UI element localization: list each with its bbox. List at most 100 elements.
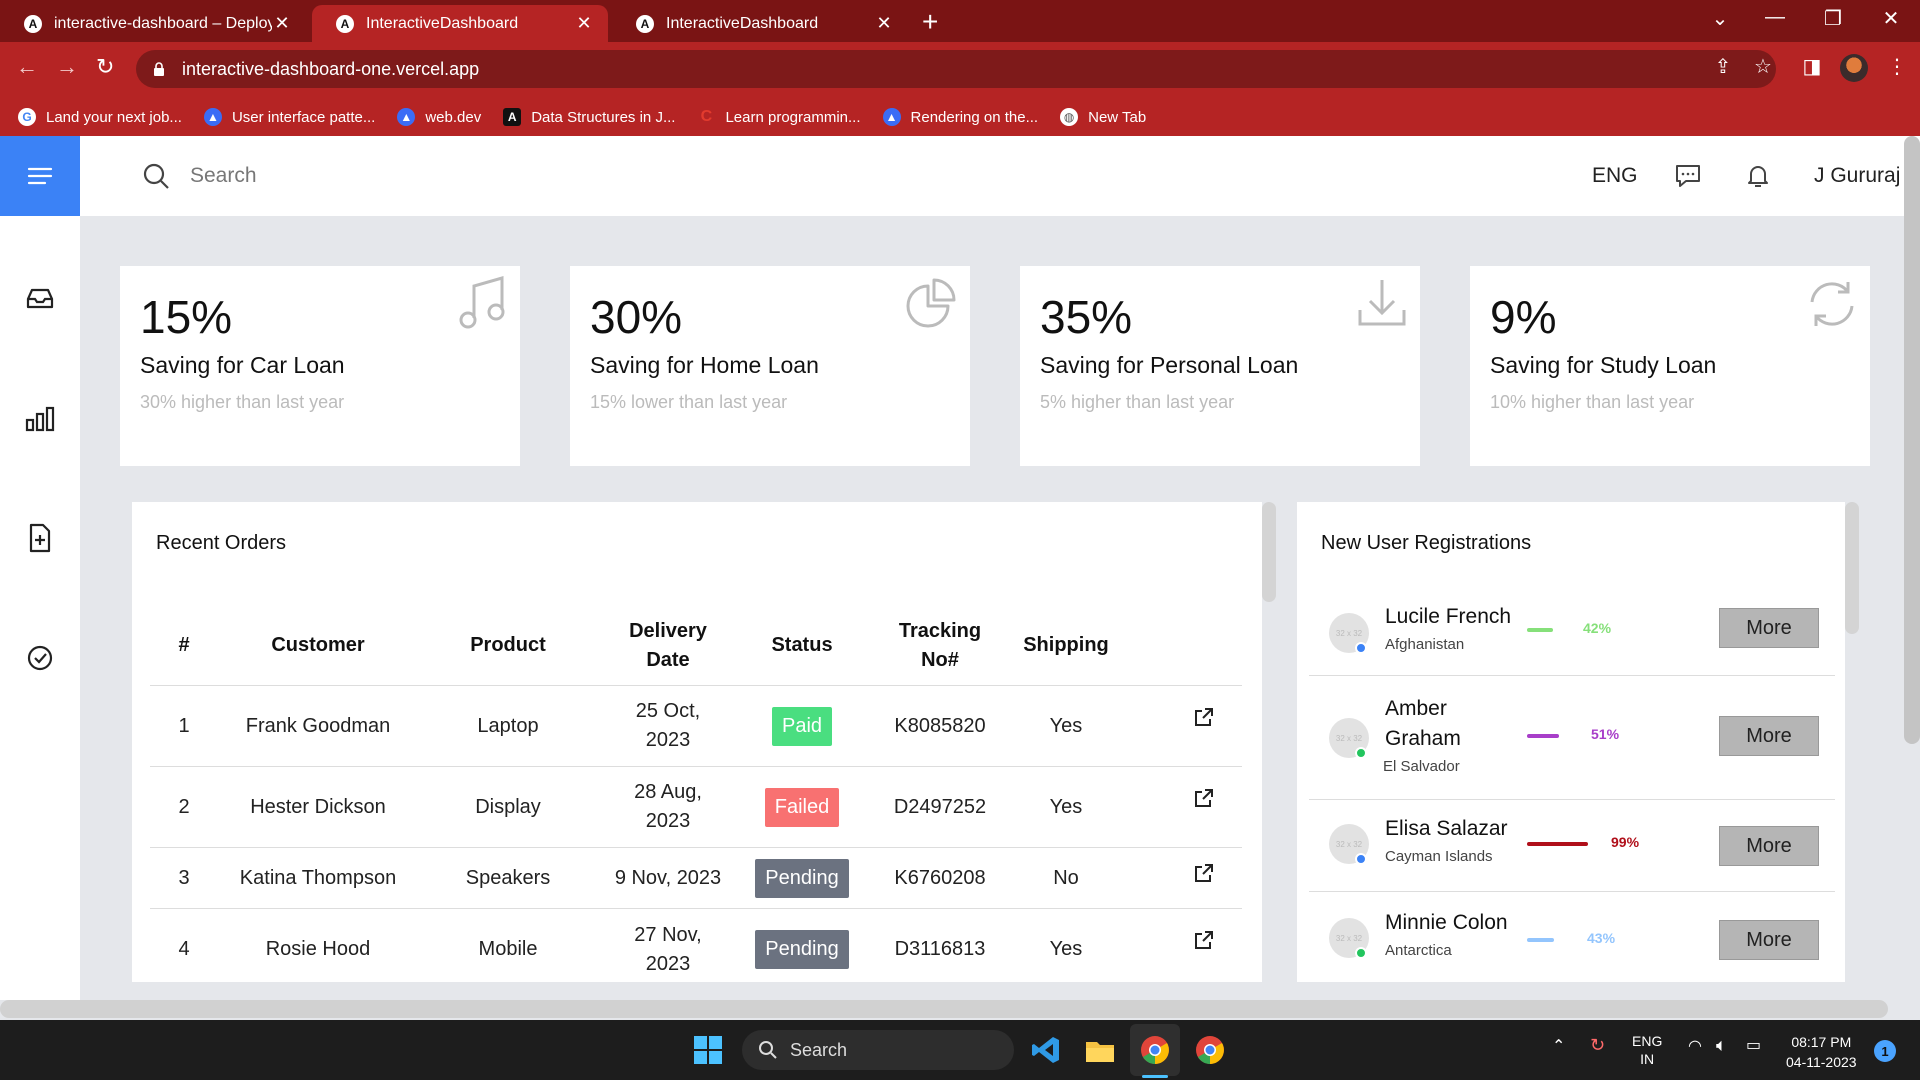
order-number: 3: [178, 866, 190, 889]
external-link-icon[interactable]: [1193, 787, 1215, 809]
bookmark-item[interactable]: ▲ web.dev: [397, 108, 481, 126]
new-tab-button[interactable]: +: [922, 6, 938, 38]
browser-tab-2[interactable]: A InteractiveDashboard ✕: [312, 5, 608, 42]
language-selector[interactable]: ENG: [1592, 164, 1638, 188]
table-row: 2 Hester Dickson Display 28 Aug, 2023 Fa…: [150, 767, 1242, 848]
sync-icon[interactable]: ↻: [1590, 1036, 1605, 1054]
chrome-icon[interactable]: [1139, 1034, 1171, 1066]
card-percent: 15%: [140, 291, 233, 343]
maximize-button[interactable]: ❐: [1813, 6, 1853, 31]
bookmark-item[interactable]: ◍ New Tab: [1060, 108, 1146, 126]
stat-card-home-loan: 30% Saving for Home Loan 15% lower than …: [570, 266, 970, 466]
order-product: Laptop: [477, 714, 539, 737]
bookmark-item[interactable]: ▲ Rendering on the...: [882, 108, 1038, 126]
clock-date: 04-11-2023: [1786, 1054, 1857, 1070]
order-product: Mobile: [478, 938, 538, 960]
more-button[interactable]: More: [1719, 608, 1819, 648]
check-circle-icon[interactable]: [24, 642, 56, 674]
lang-line-2: IN: [1640, 1051, 1655, 1067]
browser-tab-1[interactable]: A interactive-dashboard – Deployment ✕: [0, 5, 306, 42]
tab-search-icon[interactable]: ⌄: [1700, 6, 1740, 31]
browser-tab-3[interactable]: A InteractiveDashboard ✕: [612, 5, 908, 42]
minimize-button[interactable]: —: [1755, 6, 1795, 29]
orders-scrollbar[interactable]: [1262, 502, 1276, 602]
battery-icon[interactable]: ▭: [1746, 1037, 1761, 1055]
user-name[interactable]: J Gururaj: [1814, 164, 1900, 188]
lang-line-1: ENG: [1632, 1033, 1663, 1049]
back-icon[interactable]: ←: [16, 54, 38, 80]
close-icon[interactable]: ✕: [874, 13, 894, 34]
user-country: Cayman Islands: [1385, 848, 1493, 865]
card-percent: 35%: [1040, 291, 1133, 343]
external-link-icon[interactable]: [1193, 929, 1215, 951]
taskbar-search-input[interactable]: Search: [742, 1030, 1014, 1070]
table-row: 3 Katina Thompson Speakers 9 Nov, 2023 P…: [150, 848, 1242, 909]
bookmark-label: web.dev: [425, 108, 482, 126]
chevron-up-icon[interactable]: ⌃: [1552, 1038, 1565, 1056]
order-status: Failed: [732, 767, 872, 847]
forward-icon[interactable]: →: [56, 54, 78, 80]
order-number: 1: [178, 714, 190, 737]
order-customer: Katina Thompson: [239, 866, 397, 889]
star-icon[interactable]: ☆: [1748, 54, 1778, 84]
profile-avatar-icon[interactable]: [1840, 54, 1868, 82]
order-link[interactable]: [1184, 686, 1224, 766]
search-input[interactable]: Search: [190, 164, 257, 188]
bell-icon[interactable]: [1744, 162, 1772, 190]
volume-icon[interactable]: 🔈︎: [1716, 1036, 1727, 1054]
order-date: 9 Nov, 2023: [614, 866, 722, 889]
more-button[interactable]: More: [1719, 716, 1819, 756]
bookmark-item[interactable]: C Learn programmin...: [697, 108, 861, 126]
reload-icon[interactable]: ↻: [96, 54, 114, 80]
external-link-icon[interactable]: [1193, 862, 1215, 884]
horizontal-scrollbar[interactable]: [0, 1000, 1888, 1018]
inbox-icon[interactable]: [24, 282, 56, 314]
page-scrollbar[interactable]: [1904, 136, 1920, 744]
file-add-icon[interactable]: [24, 522, 56, 554]
more-button[interactable]: More: [1719, 826, 1819, 866]
bar-chart-icon[interactable]: [24, 402, 56, 434]
menu-dots-icon[interactable]: ⋮: [1882, 54, 1912, 84]
search-icon[interactable]: [142, 162, 170, 190]
order-number: 4: [178, 938, 190, 960]
order-shipping: Yes: [1049, 938, 1083, 960]
window-close-button[interactable]: ✕: [1871, 6, 1911, 31]
order-tracking: K6760208: [894, 866, 986, 889]
url-text: interactive-dashboard-one.vercel.app: [182, 58, 480, 79]
bookmark-item[interactable]: G Land your next job...: [18, 108, 182, 126]
card-subtext: 10% higher than last year: [1490, 392, 1695, 412]
order-shipping: Yes: [1049, 795, 1083, 818]
side-panel-icon[interactable]: ◨: [1797, 54, 1827, 84]
tab-title: InteractiveDashboard: [366, 14, 519, 32]
table-row: 4 Rosie Hood Mobile 27 Nov, 2023 Pending…: [150, 909, 1242, 982]
progress-percent: 51%: [1591, 726, 1620, 742]
tab-title: InteractiveDashboard: [666, 14, 819, 32]
close-icon[interactable]: ✕: [574, 13, 594, 34]
menu-toggle-button[interactable]: [0, 136, 80, 216]
order-link[interactable]: [1184, 767, 1224, 847]
file-explorer-icon[interactable]: [1084, 1034, 1116, 1066]
url-input[interactable]: interactive-dashboard-one.vercel.app: [136, 50, 1776, 88]
order-link[interactable]: [1184, 909, 1224, 982]
bookmark-item[interactable]: A Data Structures in J...: [503, 108, 675, 126]
more-button[interactable]: More: [1719, 920, 1819, 960]
windows-start-icon[interactable]: [692, 1034, 724, 1066]
bookmark-item[interactable]: ▲ User interface patte...: [203, 108, 375, 126]
order-link[interactable]: [1184, 848, 1224, 908]
wifi-icon[interactable]: ◠: [1688, 1038, 1702, 1056]
table-header: # Customer Product Delivery Date Status …: [150, 606, 1242, 686]
message-icon[interactable]: [1674, 162, 1702, 190]
clock[interactable]: 08:17 PM 04-11-2023: [1786, 1032, 1857, 1072]
table-row: 1 Frank Goodman Laptop 25 Oct, 2023 Paid…: [150, 686, 1242, 767]
angular-icon: A: [336, 14, 354, 33]
share-icon[interactable]: ⇪: [1708, 54, 1738, 84]
vscode-icon[interactable]: [1030, 1034, 1062, 1066]
bookmark-icon: ▲: [203, 108, 222, 126]
order-tracking: K8085820: [894, 714, 986, 737]
language-indicator[interactable]: ENG IN: [1632, 1032, 1662, 1068]
notification-badge[interactable]: 1: [1874, 1040, 1896, 1062]
chrome-profile-icon[interactable]: [1194, 1034, 1226, 1066]
registrations-scrollbar[interactable]: [1845, 502, 1859, 634]
external-link-icon[interactable]: [1193, 706, 1215, 728]
close-icon[interactable]: ✕: [272, 13, 292, 34]
